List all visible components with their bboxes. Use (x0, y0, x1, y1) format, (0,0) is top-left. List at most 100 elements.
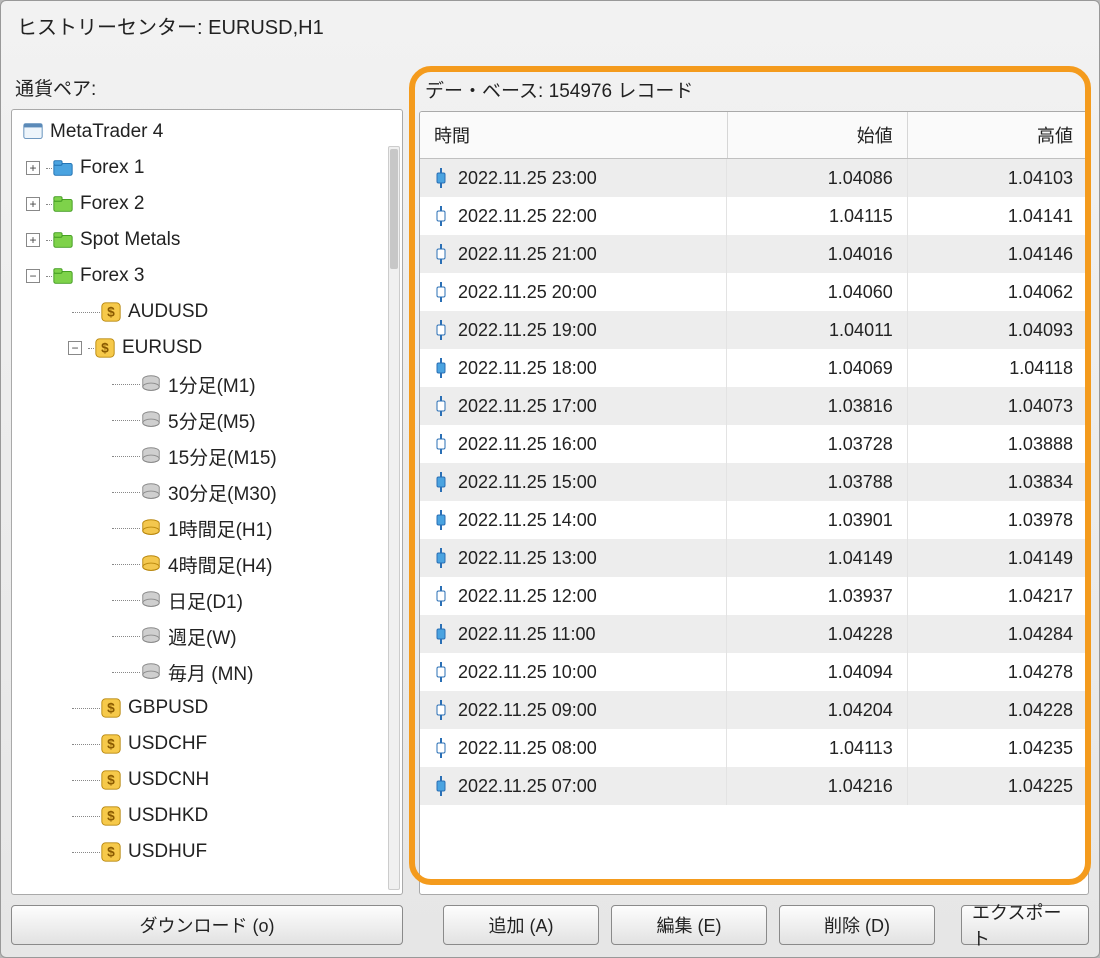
tree-label: 1時間足(H1) (168, 515, 273, 542)
tree-scrollbar-thumb[interactable] (390, 149, 398, 269)
table-row[interactable]: 2022.11.25 07:001.042161.04225 (420, 767, 1088, 805)
tree-row[interactable]: $USDHUF (12, 834, 402, 870)
cell-open: 1.04149 (727, 539, 907, 577)
cell-time: 2022.11.25 15:00 (420, 463, 727, 501)
download-button[interactable]: ダウンロード (o) (11, 905, 403, 945)
table-row[interactable]: 2022.11.25 10:001.040941.04278 (420, 653, 1088, 691)
candle-icon (434, 623, 448, 645)
cell-time: 2022.11.25 21:00 (420, 235, 727, 273)
tree-row[interactable]: −$EURUSD (12, 330, 402, 366)
candle-icon (434, 699, 448, 721)
tree-row[interactable]: $GBPUSD (12, 690, 402, 726)
tree-row[interactable]: 週足(W) (12, 618, 402, 654)
tree-label: AUDUSD (128, 301, 208, 323)
table-row[interactable]: 2022.11.25 18:001.040691.04118 (420, 349, 1088, 387)
tree-row[interactable]: +Spot Metals (12, 222, 402, 258)
cell-open: 1.04011 (727, 311, 907, 349)
tree-row[interactable]: 日足(D1) (12, 582, 402, 618)
table-row[interactable]: 2022.11.25 12:001.039371.04217 (420, 577, 1088, 615)
tree-row[interactable]: 15分足(M15) (12, 438, 402, 474)
table-row[interactable]: 2022.11.25 16:001.037281.03888 (420, 425, 1088, 463)
timeframe-icon (140, 481, 162, 503)
edit-button[interactable]: 編集 (E) (611, 905, 767, 945)
collapse-icon[interactable]: − (26, 269, 40, 283)
col-open[interactable]: 始値 (727, 112, 907, 159)
delete-button[interactable]: 削除 (D) (779, 905, 935, 945)
tree-row[interactable]: 5分足(M5) (12, 402, 402, 438)
tree-row[interactable]: MetaTrader 4 (12, 114, 402, 150)
records-table: 時間 始値 高値 2022.11.25 23:001.040861.041032… (420, 112, 1088, 805)
tree-label: 1分足(M1) (168, 371, 256, 398)
table-row[interactable]: 2022.11.25 20:001.040601.04062 (420, 273, 1088, 311)
export-button[interactable]: エクスポート (961, 905, 1089, 945)
db-count: 154976 (549, 81, 612, 102)
cell-time-text: 2022.11.25 22:00 (458, 206, 597, 227)
candle-icon (434, 661, 448, 683)
tree-row[interactable]: −Forex 3 (12, 258, 402, 294)
table-row[interactable]: 2022.11.25 21:001.040161.04146 (420, 235, 1088, 273)
table-row[interactable]: 2022.11.25 17:001.038161.04073 (420, 387, 1088, 425)
tree-row[interactable]: 30分足(M30) (12, 474, 402, 510)
candle-icon (434, 509, 448, 531)
timeframe-icon (140, 373, 162, 395)
col-time[interactable]: 時間 (420, 112, 727, 159)
collapse-icon[interactable]: − (68, 341, 82, 355)
cell-open: 1.04113 (727, 729, 907, 767)
tree-row[interactable]: $AUDUSD (12, 294, 402, 330)
records-grid[interactable]: 時間 始値 高値 2022.11.25 23:001.040861.041032… (419, 111, 1089, 895)
svg-text:$: $ (107, 809, 115, 824)
tree-row[interactable]: 毎月 (MN) (12, 654, 402, 690)
tree-label: 毎月 (MN) (168, 659, 253, 686)
svg-text:$: $ (107, 701, 115, 716)
table-row[interactable]: 2022.11.25 23:001.040861.04103 (420, 159, 1088, 198)
footer-buttons: ダウンロード (o) 追加 (A) 編集 (E) 削除 (D) エクスポート (1, 895, 1099, 957)
table-row[interactable]: 2022.11.25 22:001.041151.04141 (420, 197, 1088, 235)
cell-time-text: 2022.11.25 13:00 (458, 548, 597, 569)
content-area: 通貨ペア: MetaTrader 4+Forex 1+Forex 2+Spot … (1, 46, 1099, 895)
tree-row[interactable]: 4時間足(H4) (12, 546, 402, 582)
expand-icon[interactable]: + (26, 161, 40, 175)
symbol-tree[interactable]: MetaTrader 4 + Forex 1 +Forex 2+Spot Metals… (11, 109, 403, 895)
tree-row[interactable]: 1分足(M1) (12, 366, 402, 402)
cell-open: 1.04069 (727, 349, 907, 387)
tree-row[interactable]: 1時間足(H1) (12, 510, 402, 546)
table-row[interactable]: 2022.11.25 13:00 1.041491.04149 (420, 539, 1088, 577)
cell-high: 1.04146 (907, 235, 1087, 273)
col-high[interactable]: 高値 (907, 112, 1087, 159)
table-row[interactable]: 2022.11.25 08:001.041131.04235 (420, 729, 1088, 767)
cell-time: 2022.11.25 22:00 (420, 197, 727, 235)
tree-row[interactable]: $USDCNH (12, 762, 402, 798)
table-row[interactable]: 2022.11.25 15:001.037881.03834 (420, 463, 1088, 501)
expand-icon[interactable]: + (26, 197, 40, 211)
db-prefix: デー・ベース: (425, 81, 543, 102)
dialog-title: ヒストリーセンター: EURUSD,H1 (1, 1, 1099, 46)
timeframe-icon (140, 625, 162, 647)
candle-icon (434, 243, 448, 265)
cell-time-text: 2022.11.25 11:00 (458, 624, 595, 645)
cell-high: 1.04149 (907, 539, 1087, 577)
table-row[interactable]: 2022.11.25 09:001.042041.04228 (420, 691, 1088, 729)
cell-time-text: 2022.11.25 17:00 (458, 396, 597, 417)
tree-scrollbar[interactable] (388, 146, 400, 890)
tree-row[interactable]: +Forex 2 (12, 186, 402, 222)
cell-time: 2022.11.25 19:00 (420, 311, 727, 349)
svg-text:$: $ (107, 773, 115, 788)
table-row[interactable]: 2022.11.25 14:001.039011.03978 (420, 501, 1088, 539)
tree-row[interactable]: + Forex 1 (12, 150, 402, 186)
cell-time-text: 2022.11.25 15:00 (458, 472, 597, 493)
tree-row[interactable]: $USDHKD (12, 798, 402, 834)
tree-label: Forex 1 (80, 157, 144, 179)
tree-label: 30分足(M30) (168, 479, 277, 506)
tree-label: USDCHF (128, 733, 207, 755)
cell-open: 1.03901 (727, 501, 907, 539)
candle-icon (434, 205, 448, 227)
tree-row[interactable]: $USDCHF (12, 726, 402, 762)
svg-text:$: $ (107, 845, 115, 860)
table-row[interactable]: 2022.11.25 11:001.042281.04284 (420, 615, 1088, 653)
expand-icon[interactable]: + (26, 233, 40, 247)
add-button[interactable]: 追加 (A) (443, 905, 599, 945)
cell-high: 1.04228 (907, 691, 1087, 729)
table-row[interactable]: 2022.11.25 19:001.040111.04093 (420, 311, 1088, 349)
cell-high: 1.04225 (907, 767, 1087, 805)
tree-label: MetaTrader 4 (50, 121, 163, 143)
